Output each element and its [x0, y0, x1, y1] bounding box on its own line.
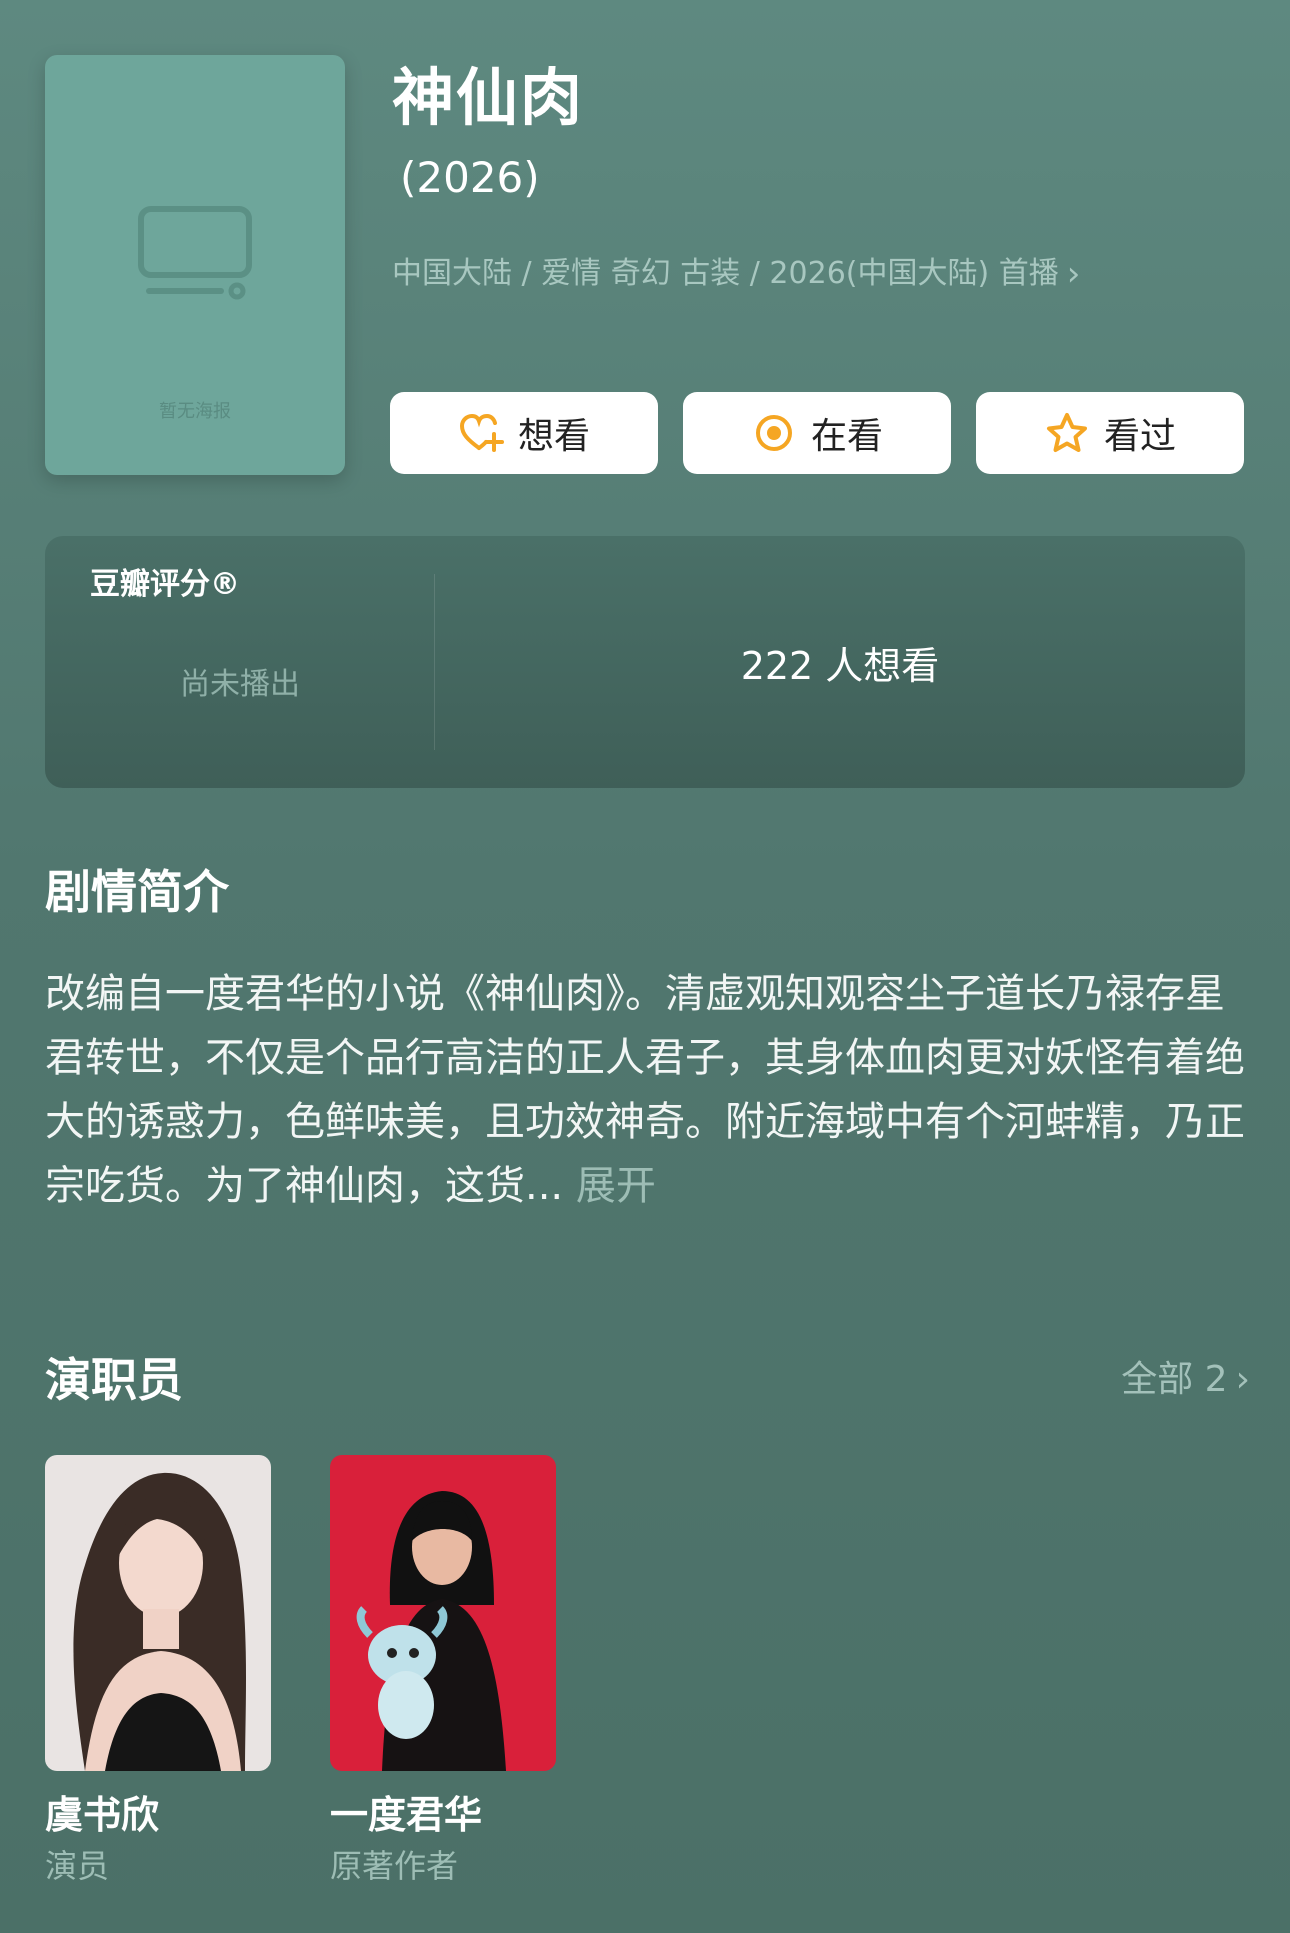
target-icon	[755, 415, 792, 451]
meta-info-link[interactable]: 中国大陆 / 爱情 奇幻 古装 / 2026(中国大陆) 首播 ›	[392, 252, 1080, 296]
watched-button[interactable]: 看过	[976, 392, 1244, 474]
expand-link[interactable]: 展开	[576, 1163, 656, 1209]
release-year: (2026)	[400, 153, 540, 202]
cast-photo	[330, 1455, 556, 1771]
rating-label: 豆瓣评分®	[90, 567, 240, 602]
chevron-right-icon: ›	[1235, 1359, 1250, 1400]
star-icon	[1046, 413, 1087, 452]
cast-photo	[45, 1455, 271, 1771]
watched-label: 看过	[1103, 416, 1176, 457]
see-all-label: 全部 2	[1121, 1359, 1228, 1400]
tv-icon	[138, 206, 252, 300]
watching-label: 在看	[810, 416, 883, 457]
watching-button[interactable]: 在看	[683, 392, 951, 474]
cast-member-card[interactable]: 虞书欣 演员	[45, 1455, 271, 1889]
poster-caption: 暂无海报	[159, 401, 231, 422]
cast-member-card[interactable]: 一度君华 原著作者	[330, 1455, 556, 1889]
meta-info-text: 中国大陆 / 爱情 奇幻 古装 / 2026(中国大陆) 首播	[392, 256, 1059, 291]
heart-plus-icon	[459, 413, 504, 452]
poster-placeholder[interactable]: 暂无海报	[45, 55, 345, 475]
page-title: 神仙肉	[392, 61, 585, 134]
rating-status: 尚未播出	[180, 667, 300, 702]
synopsis-heading: 剧情简介	[45, 865, 229, 919]
want-count: 222 人想看	[740, 644, 940, 688]
cast-role: 原著作者	[330, 1847, 459, 1885]
synopsis-text-block: 改编自一度君华的小说《神仙肉》。清虚观知观容尘子道长乃禄存星君转世，不仅是个品行…	[45, 962, 1245, 1218]
want-to-watch-label: 想看	[517, 416, 590, 457]
rating-card[interactable]: 豆瓣评分® 尚未播出 222 人想看	[45, 536, 1245, 788]
want-to-watch-button[interactable]: 想看	[390, 392, 658, 474]
cast-name: 一度君华	[330, 1793, 483, 1837]
chevron-right-icon: ›	[1066, 254, 1081, 294]
cast-role: 演员	[45, 1847, 110, 1885]
cast-heading: 演职员	[45, 1353, 183, 1407]
cast-name: 虞书欣	[45, 1793, 160, 1837]
see-all-cast-link[interactable]: 全部 2 ›	[1121, 1352, 1250, 1408]
